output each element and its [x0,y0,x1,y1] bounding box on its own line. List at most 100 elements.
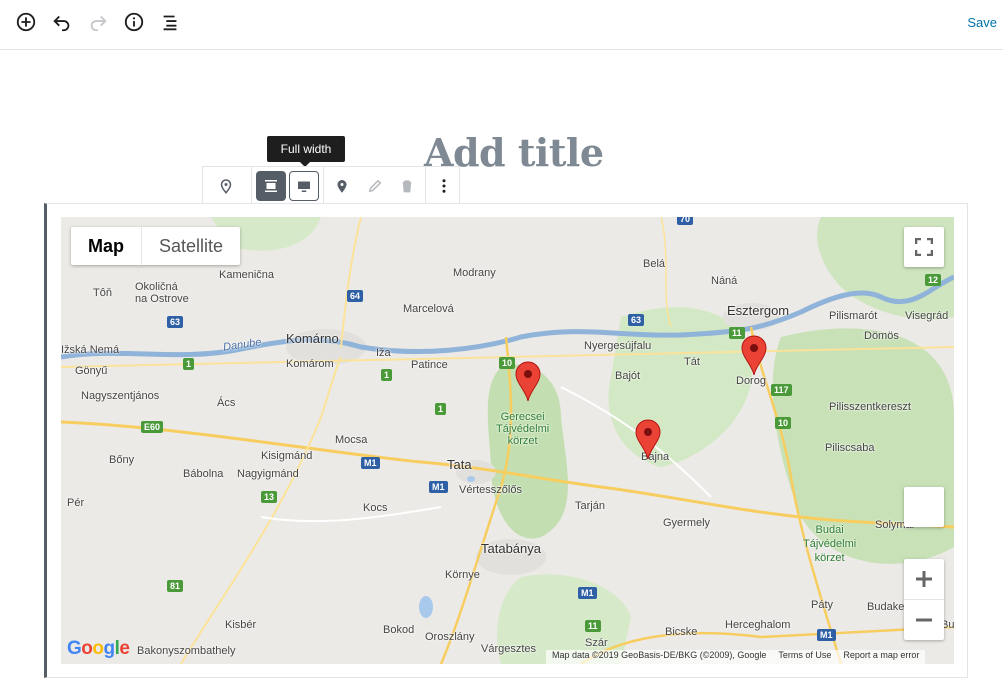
place-label: Visegrád [905,310,949,322]
redo-icon[interactable] [84,8,112,36]
place-label: Tát [684,356,700,368]
place-label: Páty [811,599,834,611]
undo-icon[interactable] [48,8,76,36]
road-shield: 1 [435,403,447,415]
road-shield: 70 [677,217,694,225]
map-marker[interactable] [741,335,767,375]
map-marker[interactable] [635,419,661,459]
outline-icon[interactable] [156,8,184,36]
road-shield: 63 [628,314,645,326]
road-shield: M1 [429,481,448,493]
add-block-icon[interactable] [12,8,40,36]
map-type-map-button[interactable]: Map [71,227,142,265]
place-label: Kamenična [219,269,275,281]
block-toolbar [202,166,460,204]
info-icon[interactable] [120,8,148,36]
place-label: Vértesszőlős [459,484,522,496]
place-label: Várgesztes [481,643,537,655]
place-label: Bakonyszombathely [137,645,236,657]
road-shield: 1 [381,369,393,381]
map-marker[interactable] [515,361,541,401]
place-label: Bicske [665,626,698,638]
road-shield: 10 [499,357,516,369]
place-label: Patince [411,359,448,371]
street-view-pegman[interactable] [904,487,944,527]
place-label: Nagyszentjános [81,390,160,402]
place-label: Komárno [286,331,339,346]
place-label: Okoličná na Ostrove [135,281,189,305]
align-full-icon[interactable] [289,171,319,201]
road-shield: 1 [183,358,195,370]
more-options-icon[interactable] [429,171,459,201]
editor-top-bar: Save [0,0,1003,50]
zoom-out-icon[interactable] [904,600,944,640]
place-label: Tatabánya [481,541,541,556]
park-label: Gerecsei Tájvédelmi körzet [496,411,550,447]
road-shield: 13 [261,491,278,503]
place-label: Náná [711,275,738,287]
map-block-icon[interactable] [211,171,241,201]
zoom-in-icon[interactable] [904,559,944,600]
map-type-control: Map Satellite [71,227,241,265]
place-label: Dömös [864,330,899,342]
place-label: Környe [445,569,480,581]
place-label: Oroszlány [425,631,475,643]
place-label: Pilismarót [829,310,878,322]
terms-of-use-link[interactable]: Terms of Use [778,650,831,664]
trash-icon[interactable] [392,171,422,201]
map-type-satellite-button[interactable]: Satellite [142,227,240,265]
place-label: Bőny [109,454,135,466]
edit-icon[interactable] [360,171,390,201]
road-shield: 10 [775,417,792,429]
road-shield: 81 [167,580,184,592]
fullscreen-icon[interactable] [904,227,944,267]
zoom-control [904,559,944,640]
park-label: Budai Tájvédelmi körzet [803,524,857,564]
place-label: Kisigmánd [261,450,313,462]
save-button[interactable]: Save [967,15,997,30]
place-label: Nyergesújfalu [584,340,652,352]
road-shield: M1 [817,629,836,641]
align-wide-icon[interactable] [256,171,286,201]
place-label: Belá [643,258,666,270]
map-footer: Map data ©2019 GeoBasis-DE/BKG (©2009), … [546,650,926,664]
place-label: Esztergom [727,303,790,318]
google-logo: Google [67,638,130,659]
place-label: Dorog [736,375,766,387]
place-label: Komárom [286,358,334,370]
place-label: Tarján [575,500,605,512]
place-label: Szár [585,637,608,649]
place-label: Kisbér [225,619,257,631]
place-label: Bábolna [183,468,224,480]
road-shield: 11 [585,620,601,632]
road-shield: E60 [141,421,164,433]
place-label: Marcelová [403,303,454,315]
place-label: Bajót [615,370,641,382]
road-shield: M1 [361,457,380,469]
place-label: Tôň [93,287,112,299]
add-marker-icon[interactable] [327,171,357,201]
full-width-tooltip: Full width [267,136,345,167]
place-label: Pér [67,497,85,509]
place-label: Ižská Nemá [61,344,120,356]
place-label: Iža [376,347,391,359]
road-shield: 63 [167,316,184,328]
place-label: Modrany [453,267,496,279]
place-label: Pilisszentkereszt [829,401,911,413]
place-label: Bokod [383,624,415,636]
place-label: Piliscsaba [825,442,875,454]
place-label: Nagyigmánd [237,468,299,480]
place-label: Herceghalom [725,619,791,631]
place-label: Ács [217,397,236,409]
map-attribution: Map data ©2019 GeoBasis-DE/BKG (©2009), … [552,650,767,660]
place-label: Tata [447,457,472,472]
road-shield: M1 [578,587,597,599]
road-shield: 12 [925,274,942,286]
place-label: Gyermely [663,517,711,529]
report-map-error-link[interactable]: Report a map error [843,650,919,664]
google-map[interactable]: Kamenična Modrany Belá Náná Tôň Okoličná… [61,217,954,664]
road-shield: 117 [771,384,792,396]
place-label: Gönyű [75,365,108,377]
road-shield: 64 [347,290,364,302]
place-label: Kocs [363,502,388,514]
